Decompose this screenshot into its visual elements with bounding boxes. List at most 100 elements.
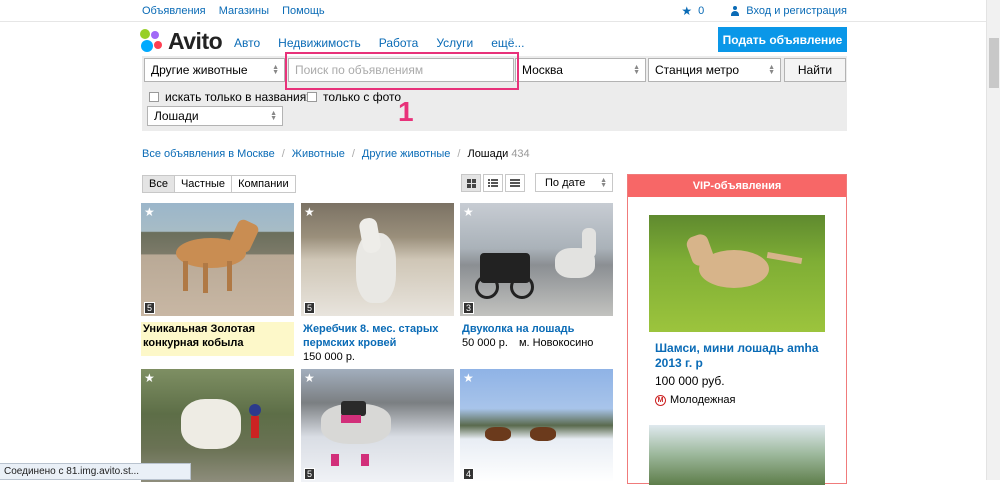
grid-icon	[466, 178, 476, 188]
only-titles-label: искать только в названиях	[165, 90, 313, 104]
vip-price: 100 000 руб.	[655, 374, 725, 388]
only-photo-checkbox[interactable]: только с фото	[307, 90, 401, 104]
top-link-ads[interactable]: Объявления	[142, 5, 206, 17]
listing-card[interactable]: ★ 5	[301, 369, 454, 482]
favorite-star-icon[interactable]: ★	[304, 371, 315, 385]
top-bar: Объявления Магазины Помощь ★ 0 Вход и ре…	[0, 0, 1000, 22]
lines-icon	[510, 179, 520, 187]
top-link-shops[interactable]: Магазины	[219, 5, 269, 17]
vip-title[interactable]: Шамси, мини лошадь amha 2013 г. р	[655, 341, 835, 371]
select-arrows-icon: ▲ ▼	[600, 177, 607, 189]
logo-dots-icon	[140, 29, 164, 53]
favorites-star-icon[interactable]: ★	[681, 4, 692, 18]
listing-photo[interactable]: ★ 4	[460, 369, 613, 482]
metro-select[interactable]: Станция метро ▲ ▼	[648, 58, 781, 82]
sort-value: По дате	[545, 176, 586, 189]
listing-photo[interactable]: ★ 5	[301, 369, 454, 482]
vip-metro: М Молодежная	[655, 394, 736, 406]
select-arrows-icon: ▲ ▼	[768, 64, 775, 76]
listing-meta: 50 000 р. м. Новокосино	[460, 337, 613, 349]
listing-card[interactable]: ★ 4	[460, 369, 613, 482]
city-select[interactable]: Москва ▲ ▼	[515, 58, 646, 82]
listing-photo[interactable]: ★ 5	[301, 203, 454, 316]
highlight-box	[285, 52, 519, 90]
vip-metro-name: Молодежная	[670, 394, 736, 406]
select-arrows-icon: ▲ ▼	[633, 64, 640, 76]
vip-photo[interactable]	[649, 215, 825, 332]
breadcrumb-animals[interactable]: Животные	[292, 148, 345, 160]
city-value: Москва	[522, 63, 563, 77]
post-ad-button[interactable]: Подать объявление	[718, 27, 847, 52]
checkbox-box[interactable]	[307, 92, 317, 102]
listing-title[interactable]: Уникальная Золотая конкурная кобыла	[141, 322, 294, 350]
subtype-select[interactable]: Лошади ▲ ▼	[147, 106, 283, 126]
logo-text: Avito	[168, 27, 223, 54]
compact-view-button[interactable]	[505, 174, 525, 192]
favorite-star-icon[interactable]: ★	[463, 371, 474, 385]
main-nav: Авто Недвижимость Работа Услуги ещё...	[234, 36, 524, 50]
favorite-star-icon[interactable]: ★	[463, 205, 474, 219]
listing-photo[interactable]: ★ 3	[460, 203, 613, 316]
listing-photo[interactable]: ★ 5	[141, 203, 294, 316]
breadcrumb-count: 434	[511, 148, 530, 160]
listing-title[interactable]: Двуколка на лошадь	[460, 322, 613, 336]
select-arrows-icon: ▲ ▼	[270, 110, 277, 122]
find-button[interactable]: Найти	[784, 58, 846, 82]
listing-title[interactable]: Жеребчик 8. мес. старых пермских кровей	[301, 322, 454, 350]
listing-price: 150 000 р.	[303, 351, 355, 363]
photo-count: 4	[463, 468, 475, 480]
grid-view-button[interactable]	[461, 174, 481, 192]
listing-card[interactable]: ★ 5 Жеребчик 8. мес. старых пермских кро…	[301, 203, 454, 363]
favorites-count[interactable]: 0	[698, 5, 704, 17]
tab-private[interactable]: Частные	[173, 176, 232, 192]
favorite-star-icon[interactable]: ★	[304, 205, 315, 219]
tab-all[interactable]: Все	[143, 176, 174, 192]
photo-count: 3	[463, 302, 475, 314]
list-icon	[488, 179, 498, 187]
checkbox-box[interactable]	[149, 92, 159, 102]
nav-realty[interactable]: Недвижимость	[278, 36, 361, 50]
nav-services[interactable]: Услуги	[436, 36, 473, 50]
vip-photo-2[interactable]	[649, 425, 825, 485]
top-link-help[interactable]: Помощь	[282, 5, 325, 17]
breadcrumb-current: Лошади	[467, 148, 509, 160]
logo[interactable]: Avito	[140, 27, 223, 54]
nav-jobs[interactable]: Работа	[379, 36, 419, 50]
breadcrumb-other-animals[interactable]: Другие животные	[362, 148, 451, 160]
seller-filter-tabs: Все Частные Компании	[142, 175, 296, 193]
sort-select[interactable]: По дате ▲ ▼	[535, 173, 613, 192]
login-link[interactable]: Вход и регистрация	[746, 5, 847, 17]
listing-metro: м. Новокосино	[518, 337, 594, 349]
metro-icon: М	[655, 394, 666, 406]
category-value: Другие животные	[151, 63, 248, 77]
metro-value: Станция метро	[655, 63, 740, 77]
select-arrows-icon: ▲ ▼	[272, 64, 279, 76]
breadcrumb-all[interactable]: Все объявления в Москве	[142, 148, 275, 160]
photo-count: 5	[144, 302, 156, 314]
vip-header: VIP-объявления	[628, 175, 846, 197]
page-scrollbar[interactable]	[986, 0, 1000, 480]
browser-status-bar: Соединено с 81.img.avito.st...	[0, 463, 191, 480]
annotation-number: 1	[398, 96, 414, 127]
breadcrumb: Все объявления в Москве / Животные / Дру…	[142, 148, 530, 160]
category-select[interactable]: Другие животные ▲ ▼	[144, 58, 285, 82]
nav-more[interactable]: ещё...	[491, 36, 524, 50]
photo-count: 5	[304, 468, 316, 480]
only-titles-checkbox[interactable]: искать только в названиях	[149, 90, 312, 104]
favorite-star-icon[interactable]: ★	[144, 205, 155, 219]
subtype-value: Лошади	[154, 109, 199, 123]
vip-sidebar: VIP-объявления Шамси, мини лошадь amha 2…	[627, 174, 847, 485]
listing-card[interactable]: ★ 5 Уникальная Золотая конкурная кобыла	[141, 203, 294, 356]
listing-price: 50 000 р.	[462, 337, 508, 349]
nav-auto[interactable]: Авто	[234, 36, 260, 50]
only-photo-label: только с фото	[323, 90, 402, 104]
photo-count: 5	[304, 302, 316, 314]
tab-companies[interactable]: Компании	[231, 176, 295, 192]
favorite-star-icon[interactable]: ★	[144, 371, 155, 385]
list-view-button[interactable]	[483, 174, 503, 192]
top-links: Объявления Магазины Помощь	[142, 5, 335, 17]
listing-card[interactable]: ★ 3 Двуколка на лошадь 50 000 р. м. Ново…	[460, 203, 613, 349]
user-icon	[730, 6, 740, 16]
scrollbar-thumb[interactable]	[989, 38, 999, 88]
top-right: ★ 0 Вход и регистрация	[681, 4, 847, 18]
